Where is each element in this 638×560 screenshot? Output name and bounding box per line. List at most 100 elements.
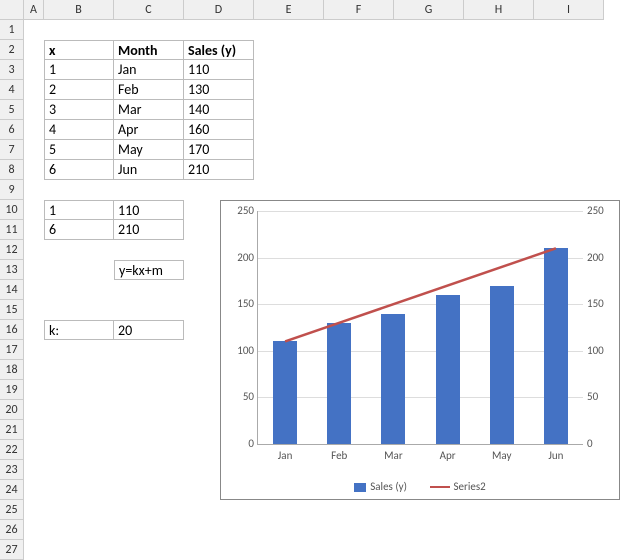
table-cell[interactable]: 2 xyxy=(44,80,114,100)
chart-bar xyxy=(273,341,297,444)
column-header[interactable]: B xyxy=(44,0,114,20)
column-header[interactable]: F xyxy=(324,0,394,20)
table-cell[interactable]: 110 xyxy=(184,60,254,80)
row-header[interactable]: 4 xyxy=(0,80,24,100)
legend-label: Series2 xyxy=(454,480,486,493)
row-header[interactable]: 9 xyxy=(0,180,24,200)
chart-bar xyxy=(327,323,351,444)
extra-cell[interactable]: 6 xyxy=(44,220,114,240)
column-header[interactable]: D xyxy=(184,0,254,20)
column-header[interactable]: H xyxy=(464,0,534,20)
extra-cell[interactable]: 210 xyxy=(114,220,184,240)
table-cell[interactable]: 5 xyxy=(44,140,114,160)
legend-label: Sales (y) xyxy=(370,480,407,493)
row-header[interactable]: 27 xyxy=(0,540,24,560)
y2-axis-tick: 0 xyxy=(587,437,617,450)
table-cell[interactable]: Jun xyxy=(114,160,184,180)
table-cell[interactable]: 6 xyxy=(44,160,114,180)
row-header[interactable]: 21 xyxy=(0,420,24,440)
row-header[interactable]: 22 xyxy=(0,440,24,460)
row-header[interactable]: 16 xyxy=(0,320,24,340)
extra-cell[interactable]: 110 xyxy=(114,200,184,220)
legend-item-series2: Series2 xyxy=(430,480,486,493)
table-header-sales[interactable]: Sales (y) xyxy=(184,40,254,60)
formula-cell[interactable]: y=kx+m xyxy=(114,260,184,280)
row-header[interactable]: 20 xyxy=(0,400,24,420)
row-header[interactable]: 15 xyxy=(0,300,24,320)
table-cell[interactable]: 160 xyxy=(184,120,254,140)
line-swatch-icon xyxy=(430,486,450,488)
table-cell[interactable]: Apr xyxy=(114,120,184,140)
bar-swatch-icon xyxy=(354,483,366,492)
row-header[interactable]: 24 xyxy=(0,480,24,500)
y2-axis-tick: 50 xyxy=(587,390,617,403)
legend-item-sales: Sales (y) xyxy=(354,480,407,493)
table-cell[interactable]: 210 xyxy=(184,160,254,180)
table-cell[interactable]: May xyxy=(114,140,184,160)
table-cell[interactable]: 1 xyxy=(44,60,114,80)
y-axis-tick: 100 xyxy=(224,344,254,357)
row-header[interactable]: 12 xyxy=(0,240,24,260)
column-header[interactable]: E xyxy=(254,0,324,20)
column-header[interactable]: I xyxy=(534,0,604,20)
chart-trendline xyxy=(285,248,556,341)
table-header-x[interactable]: x xyxy=(44,40,114,60)
y-axis-tick: 250 xyxy=(224,204,254,217)
y-axis-tick: 50 xyxy=(224,390,254,403)
x-axis-tick: Jan xyxy=(265,449,305,462)
row-header[interactable]: 23 xyxy=(0,460,24,480)
table-cell[interactable]: 140 xyxy=(184,100,254,120)
table-cell[interactable]: 3 xyxy=(44,100,114,120)
row-header[interactable]: 1 xyxy=(0,20,24,40)
y-axis-tick: 200 xyxy=(224,251,254,264)
cells-area[interactable]: x Month Sales (y) 1 Jan 110 2 Feb 130 3 … xyxy=(24,20,638,560)
spreadsheet-grid: ABCDEFGHI 123456789101112131415161718192… xyxy=(0,0,638,560)
row-header[interactable]: 2 xyxy=(0,40,24,60)
row-header[interactable]: 7 xyxy=(0,140,24,160)
y-axis-tick: 150 xyxy=(224,297,254,310)
y2-axis-tick: 200 xyxy=(587,251,617,264)
column-header[interactable]: A xyxy=(24,0,44,20)
row-header[interactable]: 19 xyxy=(0,380,24,400)
chart-bar xyxy=(544,248,568,444)
row-header[interactable]: 14 xyxy=(0,280,24,300)
row-header[interactable]: 25 xyxy=(0,500,24,520)
x-axis-tick: Apr xyxy=(428,449,468,462)
row-header[interactable]: 3 xyxy=(0,60,24,80)
chart-bar xyxy=(490,286,514,444)
column-header[interactable]: C xyxy=(114,0,184,20)
y2-axis-tick: 100 xyxy=(587,344,617,357)
row-header[interactable]: 8 xyxy=(0,160,24,180)
x-axis-tick: May xyxy=(482,449,522,462)
row-header[interactable]: 18 xyxy=(0,360,24,380)
y2-axis-tick: 250 xyxy=(587,204,617,217)
table-cell[interactable]: Feb xyxy=(114,80,184,100)
row-header[interactable]: 17 xyxy=(0,340,24,360)
chart-plot-area: 005050100100150150200200250250JanFebMarA… xyxy=(257,211,583,445)
grid-corner[interactable] xyxy=(0,0,24,20)
extra-cell[interactable]: 1 xyxy=(44,200,114,220)
table-cell[interactable]: Mar xyxy=(114,100,184,120)
k-label-cell[interactable]: k: xyxy=(44,320,114,340)
row-header[interactable]: 11 xyxy=(0,220,24,240)
k-value-cell[interactable]: 20 xyxy=(114,320,184,340)
chart[interactable]: 005050100100150150200200250250JanFebMarA… xyxy=(220,200,620,500)
x-axis-tick: Jun xyxy=(536,449,576,462)
row-header[interactable]: 13 xyxy=(0,260,24,280)
table-cell[interactable]: 4 xyxy=(44,120,114,140)
table-cell[interactable]: 130 xyxy=(184,80,254,100)
y-axis-tick: 0 xyxy=(224,437,254,450)
row-header[interactable]: 6 xyxy=(0,120,24,140)
column-header[interactable]: G xyxy=(394,0,464,20)
x-axis-tick: Mar xyxy=(373,449,413,462)
table-cell[interactable]: 170 xyxy=(184,140,254,160)
row-header[interactable]: 10 xyxy=(0,200,24,220)
table-cell[interactable]: Jan xyxy=(114,60,184,80)
row-header[interactable]: 26 xyxy=(0,520,24,540)
table-header-month[interactable]: Month xyxy=(114,40,184,60)
x-axis-tick: Feb xyxy=(319,449,359,462)
chart-bar xyxy=(436,295,460,444)
chart-legend: Sales (y) Series2 xyxy=(221,480,619,493)
chart-bar xyxy=(381,314,405,444)
row-header[interactable]: 5 xyxy=(0,100,24,120)
